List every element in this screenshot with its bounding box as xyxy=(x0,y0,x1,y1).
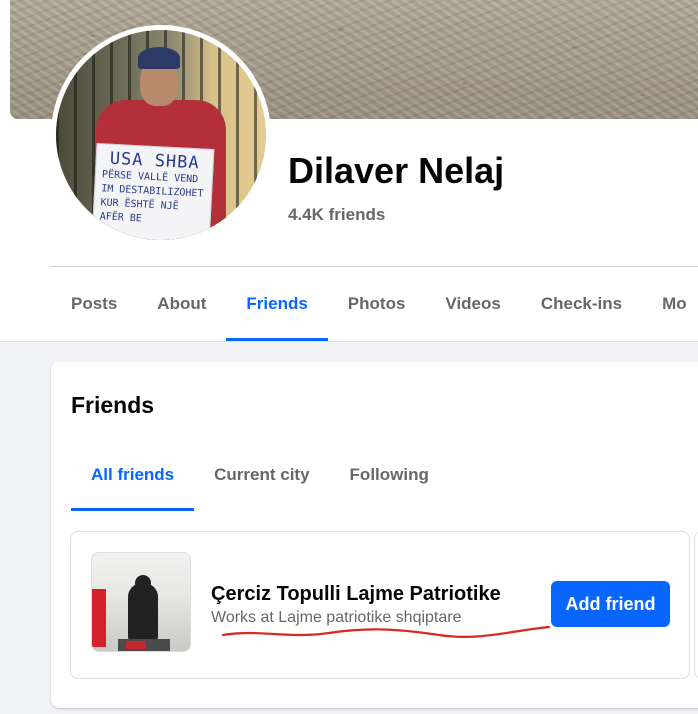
friends-subtabs: All friends Current city Following xyxy=(71,439,449,511)
tab-more[interactable]: Mo xyxy=(642,267,698,341)
subtab-following[interactable]: Following xyxy=(330,439,449,511)
tab-posts[interactable]: Posts xyxy=(51,267,137,341)
next-friend-card-edge xyxy=(694,531,698,679)
friend-name-link[interactable]: Çerciz Topulli Lajme Patriotike xyxy=(211,583,501,606)
profile-avatar[interactable]: USA SHBA PËRSE VALLË VEND IM DESTABILIZO… xyxy=(51,25,271,245)
avatar-protest-sign: USA SHBA PËRSE VALLË VEND IM DESTABILIZO… xyxy=(91,142,215,240)
friend-avatar[interactable] xyxy=(91,552,191,652)
avatar-person-cap xyxy=(138,47,180,69)
add-friend-button[interactable]: Add friend xyxy=(551,581,670,627)
statue-plaque xyxy=(126,641,146,649)
tab-videos[interactable]: Videos xyxy=(425,267,520,341)
friends-card: Friends All friends Current city Followi… xyxy=(51,362,698,708)
friends-count-link[interactable]: 4.4K friends xyxy=(288,205,385,225)
subtab-current-city[interactable]: Current city xyxy=(194,439,329,511)
red-underline-annotation xyxy=(221,625,551,638)
tab-about[interactable]: About xyxy=(137,267,226,341)
tab-photos[interactable]: Photos xyxy=(328,267,426,341)
statue-shape xyxy=(128,583,158,641)
friend-card: Çerciz Topulli Lajme Patriotike Works at… xyxy=(70,531,690,679)
avatar-image: USA SHBA PËRSE VALLË VEND IM DESTABILIZO… xyxy=(56,30,266,240)
friends-section-title: Friends xyxy=(71,392,155,418)
profile-header: USA SHBA PËRSE VALLË VEND IM DESTABILIZO… xyxy=(0,0,698,342)
tab-check-ins[interactable]: Check-ins xyxy=(521,267,642,341)
profile-name: Dilaver Nelaj xyxy=(288,150,505,191)
subtab-all-friends[interactable]: All friends xyxy=(71,439,195,511)
profile-tabs: Posts About Friends Photos Videos Check-… xyxy=(51,267,698,341)
tab-friends[interactable]: Friends xyxy=(226,267,329,341)
flag-shape xyxy=(92,589,106,647)
